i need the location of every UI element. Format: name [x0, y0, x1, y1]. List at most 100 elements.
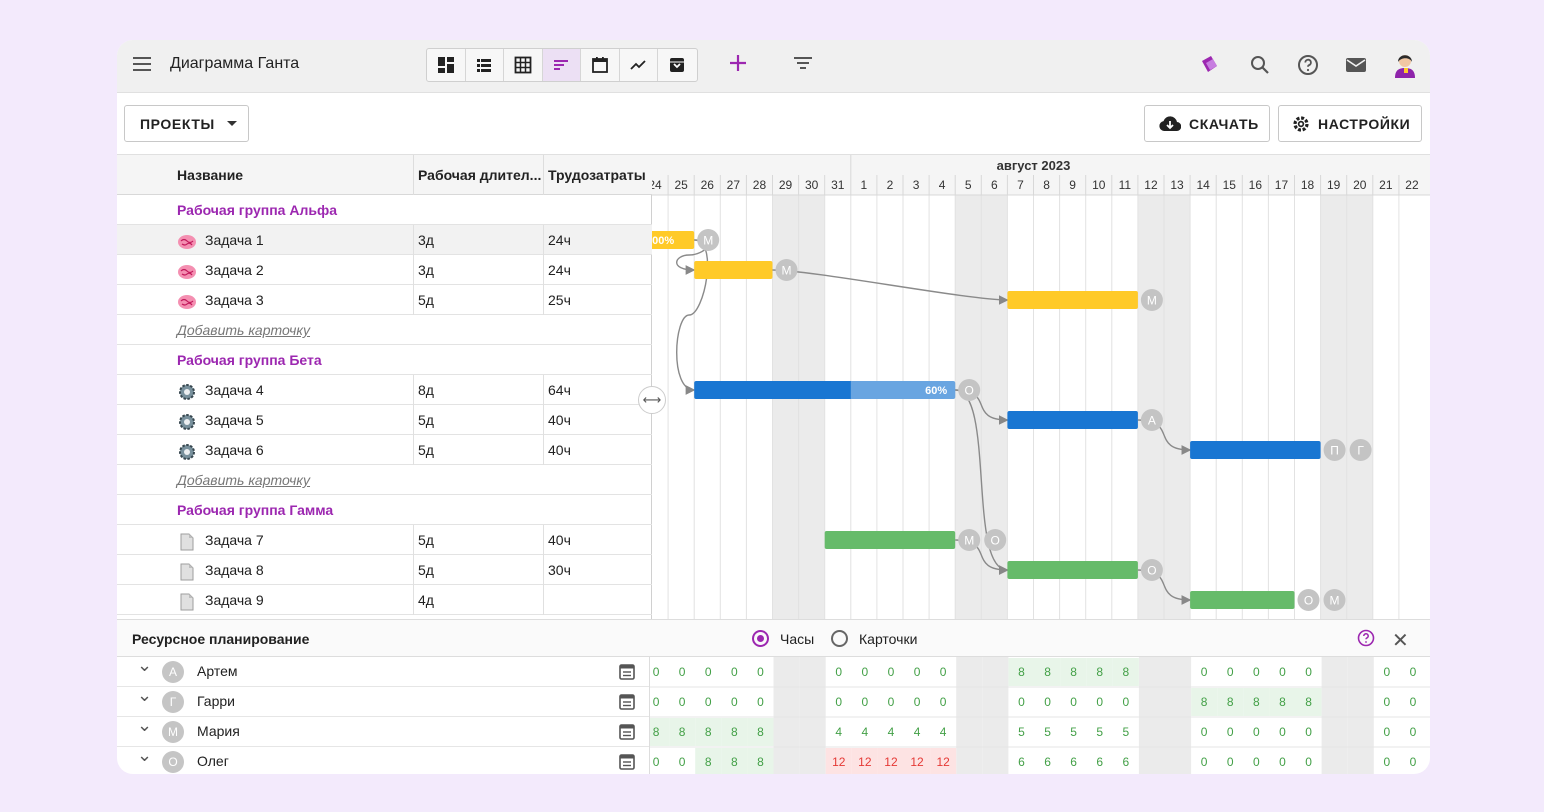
hours-value[interactable]: 0 — [1201, 755, 1208, 769]
hours-value[interactable]: 6 — [1123, 755, 1130, 769]
resource-row[interactable]: ⌄ Г Гарри — [117, 685, 649, 717]
hours-value[interactable]: 12 — [884, 755, 898, 769]
calendar-icon[interactable] — [619, 692, 635, 710]
chevron-down-icon[interactable]: ⌄ — [137, 715, 152, 736]
chevron-down-icon[interactable]: ⌄ — [137, 745, 152, 766]
task-name-cell[interactable]: Задача 2 — [117, 255, 414, 285]
calendar-view-button[interactable] — [581, 49, 620, 81]
archive-view-button[interactable] — [658, 49, 697, 81]
task-row[interactable]: Задача 8 5д 30ч — [117, 555, 652, 585]
task-name-cell[interactable]: Задача 8 — [117, 555, 414, 585]
hours-value[interactable]: 0 — [1253, 755, 1260, 769]
hours-value[interactable]: 8 — [1044, 665, 1051, 679]
hours-value[interactable]: 0 — [940, 665, 947, 679]
task-row[interactable]: Задача 2 3д 24ч — [117, 255, 652, 285]
task-row[interactable]: Задача 3 5д 25ч — [117, 285, 652, 315]
hours-value[interactable]: 4 — [914, 725, 921, 739]
task-effort-cell[interactable]: 40ч — [544, 435, 652, 465]
task-row[interactable]: Задача 6 5д 40ч — [117, 435, 652, 465]
hours-value[interactable]: 0 — [1305, 665, 1312, 679]
task-name-cell[interactable]: Задача 4 — [117, 375, 414, 405]
task-effort-cell[interactable]: 30ч — [544, 555, 652, 585]
dashboard-view-button[interactable] — [427, 49, 466, 81]
hours-value[interactable]: 12 — [936, 755, 950, 769]
task-name-cell[interactable]: Задача 9 — [117, 585, 414, 615]
hours-value[interactable]: 0 — [1384, 725, 1391, 739]
hours-value[interactable]: 8 — [731, 725, 738, 739]
hours-value[interactable]: 4 — [888, 725, 895, 739]
task-duration-cell[interactable]: 5д — [414, 405, 544, 435]
task-name-cell[interactable]: Задача 6 — [117, 435, 414, 465]
mode-cards-radio[interactable]: Карточки — [831, 630, 917, 647]
hours-value[interactable]: 8 — [1305, 695, 1312, 709]
task-duration-cell[interactable]: 5д — [414, 555, 544, 585]
task-name-cell[interactable]: Задача 7 — [117, 525, 414, 555]
hours-value[interactable]: 0 — [835, 695, 842, 709]
hours-value[interactable]: 8 — [1279, 695, 1286, 709]
hours-value[interactable]: 5 — [1018, 725, 1025, 739]
task-bar[interactable] — [1007, 291, 1138, 309]
gantt-view-button[interactable] — [542, 49, 581, 81]
hours-value[interactable]: 0 — [679, 665, 686, 679]
hours-value[interactable]: 0 — [862, 665, 869, 679]
task-duration-cell[interactable]: 4д — [414, 585, 544, 615]
hours-value[interactable]: 0 — [1279, 665, 1286, 679]
hours-value[interactable]: 6 — [1044, 755, 1051, 769]
task-effort-cell[interactable] — [544, 585, 652, 615]
hours-value[interactable]: 0 — [679, 695, 686, 709]
hours-value[interactable]: 0 — [1253, 725, 1260, 739]
hours-value[interactable]: 0 — [888, 665, 895, 679]
hours-value[interactable]: 0 — [862, 695, 869, 709]
calendar-icon[interactable] — [619, 752, 635, 770]
hours-value[interactable]: 0 — [1070, 695, 1077, 709]
hours-value[interactable]: 8 — [731, 755, 738, 769]
hours-value[interactable]: 0 — [757, 695, 764, 709]
hours-value[interactable]: 0 — [1410, 755, 1417, 769]
hours-value[interactable]: 0 — [757, 665, 764, 679]
help-icon[interactable] — [1357, 629, 1375, 647]
hours-value[interactable]: 0 — [679, 755, 686, 769]
hours-value[interactable]: 0 — [731, 665, 738, 679]
task-row[interactable]: Задача 7 5д 40ч — [117, 525, 652, 555]
hours-value[interactable]: 0 — [1384, 755, 1391, 769]
hours-value[interactable]: 0 — [653, 755, 660, 769]
hours-value[interactable]: 8 — [653, 725, 660, 739]
hours-value[interactable]: 0 — [1201, 725, 1208, 739]
search-icon[interactable] — [1248, 53, 1272, 77]
hours-value[interactable]: 0 — [1253, 665, 1260, 679]
hours-value[interactable]: 0 — [1096, 695, 1103, 709]
resize-handle[interactable]: ⟷ — [638, 386, 666, 414]
hours-value[interactable]: 6 — [1096, 755, 1103, 769]
hours-value[interactable]: 5 — [1070, 725, 1077, 739]
task-bar[interactable] — [824, 531, 956, 549]
resource-row[interactable]: ⌄ О Олег — [117, 745, 649, 774]
hours-value[interactable]: 0 — [1384, 695, 1391, 709]
add-card-link[interactable]: Добавить карточку — [177, 465, 310, 495]
hours-value[interactable]: 0 — [1384, 665, 1391, 679]
hours-value[interactable]: 0 — [653, 695, 660, 709]
hours-value[interactable]: 5 — [1096, 725, 1103, 739]
resource-row[interactable]: ⌄ А Артем — [117, 655, 649, 687]
hours-value[interactable]: 8 — [1123, 665, 1130, 679]
task-name-cell[interactable]: Задача 3 — [117, 285, 414, 315]
hours-value[interactable]: 0 — [1201, 665, 1208, 679]
hours-value[interactable]: 12 — [832, 755, 846, 769]
hours-value[interactable]: 0 — [731, 695, 738, 709]
hours-value[interactable]: 8 — [1070, 665, 1077, 679]
tag-icon[interactable] — [1197, 53, 1221, 77]
task-duration-cell[interactable]: 8д — [414, 375, 544, 405]
hours-value[interactable]: 0 — [705, 695, 712, 709]
group-row[interactable]: Рабочая группа Гамма — [117, 495, 652, 525]
hours-value[interactable]: 6 — [1070, 755, 1077, 769]
hours-value[interactable]: 4 — [940, 725, 947, 739]
add-card-row[interactable]: Добавить карточку — [117, 315, 652, 345]
task-duration-cell[interactable]: 3д — [414, 225, 544, 255]
task-name-cell[interactable]: Задача 1 — [117, 225, 414, 255]
task-duration-cell[interactable]: 5д — [414, 285, 544, 315]
hours-value[interactable]: 0 — [914, 665, 921, 679]
task-duration-cell[interactable]: 3д — [414, 255, 544, 285]
add-card-link[interactable]: Добавить карточку — [177, 315, 310, 345]
list-view-button[interactable] — [466, 49, 504, 81]
hours-value[interactable]: 0 — [1410, 665, 1417, 679]
task-bar[interactable] — [1190, 591, 1295, 609]
